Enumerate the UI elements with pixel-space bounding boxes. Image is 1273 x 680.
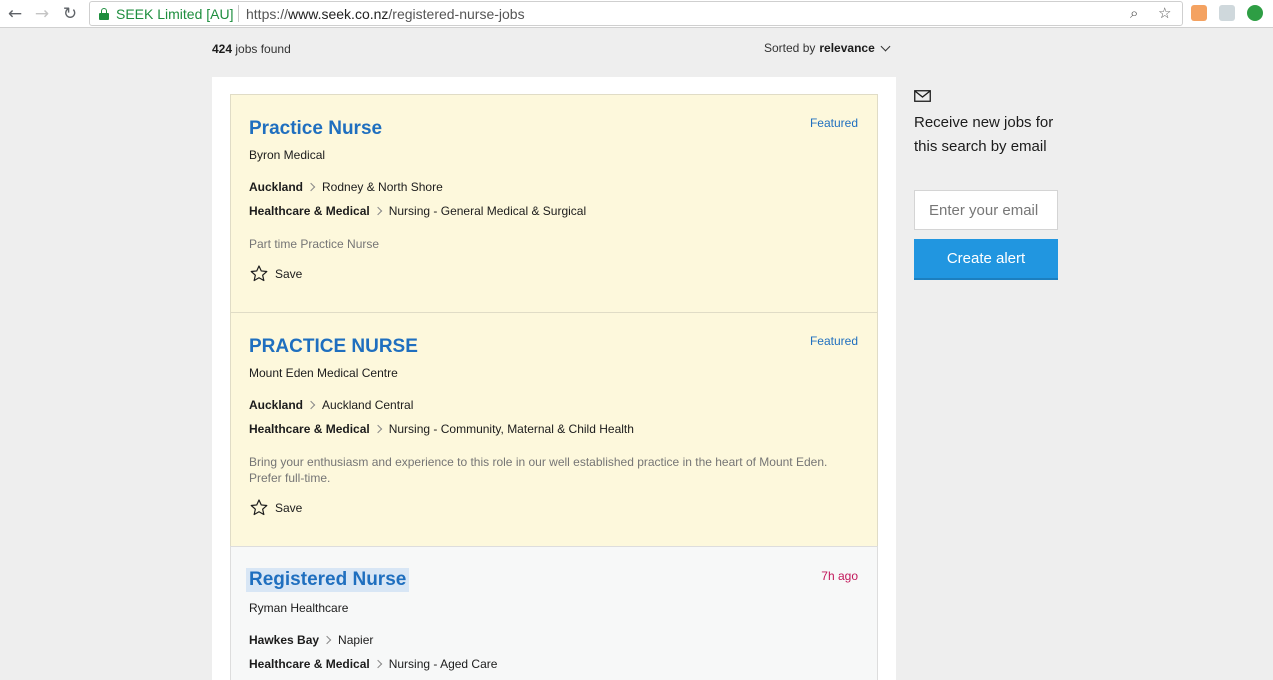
results-panel: Practice Nurse Featured Byron Medical Au…: [212, 77, 896, 680]
posted-time: 7h ago: [821, 569, 858, 583]
location-breadcrumb: Auckland Auckland Central: [249, 398, 413, 412]
chevron-right-icon: [306, 400, 316, 410]
job-title-link[interactable]: PRACTICE NURSE: [249, 336, 418, 358]
job-alert-description: Receive new jobs for this search by emai…: [914, 114, 1054, 155]
location-breadcrumb: Hawkes Bay Napier: [249, 633, 373, 647]
email-field[interactable]: [914, 190, 1058, 230]
results-count-number: 424: [212, 42, 233, 56]
back-arrow-icon[interactable]: ←: [5, 4, 25, 24]
area-link[interactable]: Auckland Central: [322, 398, 413, 412]
company-name[interactable]: Ryman Healthcare: [249, 601, 348, 615]
job-title-link[interactable]: Practice Nurse: [249, 118, 382, 140]
area-link[interactable]: Rodney & North Shore: [322, 180, 443, 194]
sort-prefix: Sorted by: [764, 41, 816, 55]
omnibox-divider: [238, 5, 239, 22]
reload-icon[interactable]: ↻: [60, 4, 80, 24]
results-count-suffix: jobs found: [232, 42, 291, 56]
star-outline-icon: [250, 499, 268, 516]
lock-icon: [99, 8, 109, 20]
save-label: Save: [275, 500, 303, 515]
chevron-right-icon: [373, 659, 382, 669]
star-outline-icon: [250, 265, 268, 282]
url-host: www.seek.co.nz: [288, 6, 389, 22]
chevron-right-icon: [373, 206, 382, 216]
results-count: 424 jobs found: [212, 42, 291, 56]
classification-breadcrumb: Healthcare & Medical Nursing - General Me…: [249, 204, 586, 218]
classification-breadcrumb: Healthcare & Medical Nursing - Community,…: [249, 422, 634, 436]
chevron-right-icon: [373, 424, 382, 434]
browser-toolbar: ← → ↻ SEEK Limited [AU] https://www.seek…: [0, 0, 1273, 28]
job-card[interactable]: Practice Nurse Featured Byron Medical Au…: [230, 94, 878, 313]
update-icon[interactable]: [1247, 5, 1263, 21]
save-label: Save: [275, 266, 303, 281]
chevron-right-icon: [306, 182, 316, 192]
site-identity: SEEK Limited [AU]: [116, 6, 234, 22]
classification-link[interactable]: Healthcare & Medical: [249, 204, 370, 218]
url-scheme: https://: [246, 6, 289, 22]
featured-badge: Featured: [809, 334, 858, 348]
extension-icon[interactable]: [1219, 5, 1235, 21]
subclassification-link[interactable]: Nursing - Community, Maternal & Child He…: [389, 422, 634, 436]
sort-dropdown[interactable]: Sorted by relevance: [764, 41, 891, 55]
job-card[interactable]: PRACTICE NURSE Featured Mount Eden Medic…: [230, 312, 878, 547]
location-breadcrumb: Auckland Rodney & North Shore: [249, 180, 443, 194]
classification-link[interactable]: Healthcare & Medical: [249, 657, 370, 671]
forward-arrow-icon[interactable]: →: [32, 4, 52, 24]
company-name[interactable]: Mount Eden Medical Centre: [249, 366, 398, 380]
address-bar[interactable]: SEEK Limited [AU] https://www.seek.co.nz…: [89, 1, 1183, 26]
url-text[interactable]: https://www.seek.co.nz/registered-nurse-…: [246, 6, 525, 22]
mail-icon: [914, 90, 931, 102]
area-link[interactable]: Napier: [338, 633, 373, 647]
featured-badge: Featured: [809, 116, 858, 130]
extension-icon[interactable]: [1191, 5, 1207, 21]
job-card[interactable]: Registered Nurse 7h ago Ryman Healthcare…: [230, 546, 878, 680]
location-link[interactable]: Hawkes Bay: [249, 633, 319, 647]
url-path: /registered-nurse-jobs: [388, 6, 525, 22]
bookmark-star-icon[interactable]: ☆: [1158, 4, 1171, 22]
job-description: Bring your enthusiasm and experience to …: [249, 455, 828, 485]
subclassification-link[interactable]: Nursing - General Medical & Surgical: [389, 204, 586, 218]
classification-link[interactable]: Healthcare & Medical: [249, 422, 370, 436]
chevron-down-icon: [880, 41, 891, 51]
chevron-right-icon: [322, 635, 332, 645]
location-link[interactable]: Auckland: [249, 398, 303, 412]
zoom-icon[interactable]: ⌕: [1130, 4, 1138, 22]
job-title-link[interactable]: Registered Nurse: [246, 568, 410, 592]
subclassification-link[interactable]: Nursing - Aged Care: [389, 657, 498, 671]
job-description: Part time Practice Nurse: [249, 237, 380, 251]
company-name[interactable]: Byron Medical: [249, 148, 325, 162]
create-alert-button[interactable]: Create alert: [914, 239, 1058, 280]
location-link[interactable]: Auckland: [249, 180, 303, 194]
save-job-button[interactable]: Save: [249, 264, 302, 283]
save-job-button[interactable]: Save: [249, 498, 302, 517]
sort-value: relevance: [819, 41, 875, 55]
classification-breadcrumb: Healthcare & Medical Nursing - Aged Care: [249, 657, 497, 671]
